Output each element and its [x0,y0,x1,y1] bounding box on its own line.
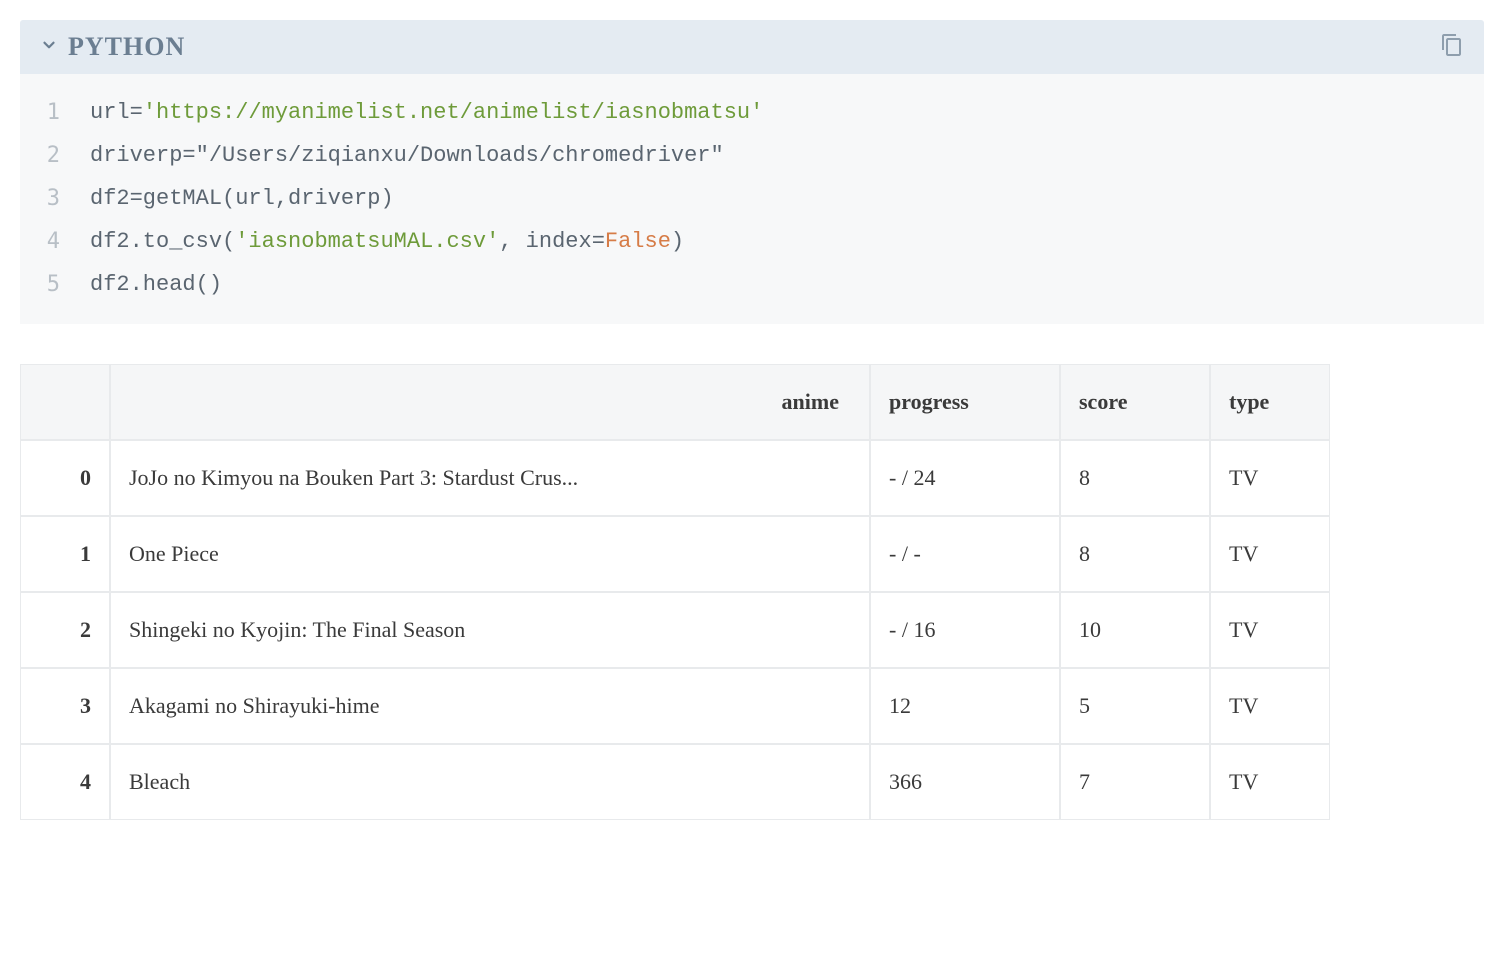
code-language-label: PYTHON [68,32,185,62]
row-index: 3 [20,668,110,744]
cell-type: TV [1210,516,1330,592]
line-number: 2 [20,135,90,178]
code-body[interactable]: 1url='https://myanimelist.net/animelist/… [20,74,1484,324]
cell-anime: Bleach [110,744,870,820]
code-header[interactable]: PYTHON [20,20,1484,74]
code-text: df2=getMAL(url,driverp) [90,178,1484,221]
cell-type: TV [1210,592,1330,668]
col-header-anime: anime [110,364,870,440]
code-text: url='https://myanimelist.net/animelist/i… [90,92,1484,135]
index-header [20,364,110,440]
cell-progress: 12 [870,668,1060,744]
code-cell: PYTHON 1url='https://myanimelist.net/ani… [20,20,1484,324]
cell-score: 8 [1060,516,1210,592]
row-index: 4 [20,744,110,820]
table-row: 2Shingeki no Kyojin: The Final Season- /… [20,592,1330,668]
cell-score: 10 [1060,592,1210,668]
table-row: 4Bleach3667TV [20,744,1330,820]
line-number: 3 [20,178,90,221]
cell-type: TV [1210,668,1330,744]
row-index: 2 [20,592,110,668]
chevron-down-icon [40,36,58,59]
copy-icon[interactable] [1440,33,1464,62]
cell-progress: - / 16 [870,592,1060,668]
code-line: 5df2.head() [20,264,1484,307]
code-line: 1url='https://myanimelist.net/animelist/… [20,92,1484,135]
code-text: df2.head() [90,264,1484,307]
cell-type: TV [1210,744,1330,820]
row-index: 0 [20,440,110,516]
col-header-progress: progress [870,364,1060,440]
cell-progress: 366 [870,744,1060,820]
code-text: driverp="/Users/ziqianxu/Downloads/chrom… [90,135,1484,178]
code-line: 3df2=getMAL(url,driverp) [20,178,1484,221]
cell-type: TV [1210,440,1330,516]
code-line: 2driverp="/Users/ziqianxu/Downloads/chro… [20,135,1484,178]
line-number: 5 [20,264,90,307]
code-header-left: PYTHON [40,32,185,62]
cell-anime: JoJo no Kimyou na Bouken Part 3: Stardus… [110,440,870,516]
col-header-type: type [1210,364,1330,440]
code-text: df2.to_csv('iasnobmatsuMAL.csv', index=F… [90,221,1484,264]
table-row: 0JoJo no Kimyou na Bouken Part 3: Stardu… [20,440,1330,516]
table-row: 3Akagami no Shirayuki-hime125TV [20,668,1330,744]
table-row: 1One Piece- / -8TV [20,516,1330,592]
cell-anime: One Piece [110,516,870,592]
cell-anime: Akagami no Shirayuki-hime [110,668,870,744]
cell-progress: - / - [870,516,1060,592]
cell-score: 5 [1060,668,1210,744]
cell-anime: Shingeki no Kyojin: The Final Season [110,592,870,668]
line-number: 4 [20,221,90,264]
cell-progress: - / 24 [870,440,1060,516]
line-number: 1 [20,92,90,135]
col-header-score: score [1060,364,1210,440]
cell-score: 7 [1060,744,1210,820]
row-index: 1 [20,516,110,592]
table-header-row: anime progress score type [20,364,1330,440]
output-dataframe: anime progress score type 0JoJo no Kimyo… [20,364,1330,820]
cell-score: 8 [1060,440,1210,516]
code-line: 4df2.to_csv('iasnobmatsuMAL.csv', index=… [20,221,1484,264]
